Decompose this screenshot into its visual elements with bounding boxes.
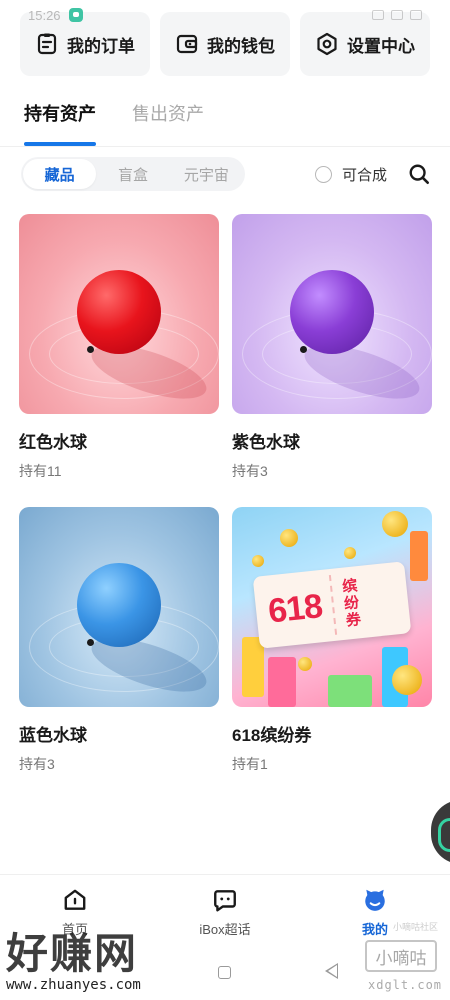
asset-count: 持有11 xyxy=(19,463,62,479)
combinable-label: 可合成 xyxy=(342,167,388,184)
combinable-filter[interactable]: 可合成 xyxy=(315,164,387,185)
watermark-right-box: 小嘀咕 xyxy=(365,940,437,972)
coupon-char-2: 纷 xyxy=(343,593,360,613)
nav-mine-label: 我的 xyxy=(361,922,388,937)
coupon-number: 618 xyxy=(266,586,324,631)
asset-card-purple-balloon[interactable]: 紫色水球 持有3 xyxy=(232,214,432,481)
asset-card-blue-balloon[interactable]: 蓝色水球 持有3 xyxy=(19,507,219,774)
orders-label: 我的订单 xyxy=(67,36,135,56)
purple-balloon-image xyxy=(232,214,432,414)
segment-metaverse[interactable]: 元宇宙 xyxy=(170,159,243,189)
coupon-char-1: 缤 xyxy=(341,576,359,596)
quick-links: 我的订单 我的钱包 设置中心 xyxy=(20,12,430,76)
asset-name: 618缤纷券 xyxy=(232,726,312,745)
asset-grid: 红色水球 持有11 紫色水球 持有3 蓝色水球 持有3 618 缤 纷 券 61… xyxy=(19,214,432,774)
home-icon xyxy=(64,889,86,910)
settings-label: 设置中心 xyxy=(347,36,415,56)
asset-count: 持有3 xyxy=(19,756,55,772)
wallet-icon xyxy=(176,34,198,54)
asset-count: 持有1 xyxy=(232,756,268,772)
tab-held-assets[interactable]: 持有资产 xyxy=(24,100,96,146)
watermark-left: 好赚网 www.zhuanyes.com xyxy=(6,920,196,993)
asset-tabs: 持有资产 售出资产 xyxy=(24,100,204,146)
segment-collectibles[interactable]: 藏品 xyxy=(23,159,97,189)
combinable-radio[interactable] xyxy=(315,166,332,183)
coupon-side-text: 缤 纷 券 xyxy=(328,571,373,635)
profile-mascot-icon xyxy=(365,889,385,911)
nav-ibox-topics-label: iBox超话 xyxy=(199,922,251,937)
coupon-image: 618 缤 纷 券 xyxy=(232,507,432,707)
category-segment: 藏品 盲盒 元宇宙 xyxy=(21,157,245,191)
coupon-char-3: 券 xyxy=(345,610,362,630)
asset-name: 红色水球 xyxy=(19,433,87,452)
orders-button[interactable]: 我的订单 xyxy=(20,12,150,76)
chat-bubble-icon xyxy=(214,890,236,912)
system-home-button[interactable] xyxy=(218,966,231,979)
floating-assistant-handle[interactable] xyxy=(431,800,450,864)
asset-card-618-coupon[interactable]: 618 缤 纷 券 618缤纷券 持有1 xyxy=(232,507,432,774)
wallet-button[interactable]: 我的钱包 xyxy=(160,12,290,76)
red-balloon-image xyxy=(19,214,219,414)
watermark-left-title: 好赚网 xyxy=(6,930,139,977)
asset-count: 持有3 xyxy=(232,463,268,479)
system-back-button[interactable] xyxy=(325,963,338,979)
blue-balloon-image xyxy=(19,507,219,707)
watermark-right-url: xdglt.com xyxy=(368,978,443,992)
watermark-right-small: 小嘀咕社区 xyxy=(393,922,439,932)
asset-name: 紫色水球 xyxy=(232,433,300,452)
search-icon[interactable] xyxy=(408,163,430,185)
segment-blind-boxes[interactable]: 盲盒 xyxy=(96,159,169,189)
asset-card-red-balloon[interactable]: 红色水球 持有11 xyxy=(19,214,219,481)
asset-name: 蓝色水球 xyxy=(19,726,87,745)
order-list-icon xyxy=(37,33,57,55)
settings-button[interactable]: 设置中心 xyxy=(300,12,430,76)
settings-hexagon-icon xyxy=(317,32,337,56)
wallet-label: 我的钱包 xyxy=(207,36,275,56)
tabs-divider xyxy=(0,146,450,147)
tab-sold-assets[interactable]: 售出资产 xyxy=(132,100,204,146)
